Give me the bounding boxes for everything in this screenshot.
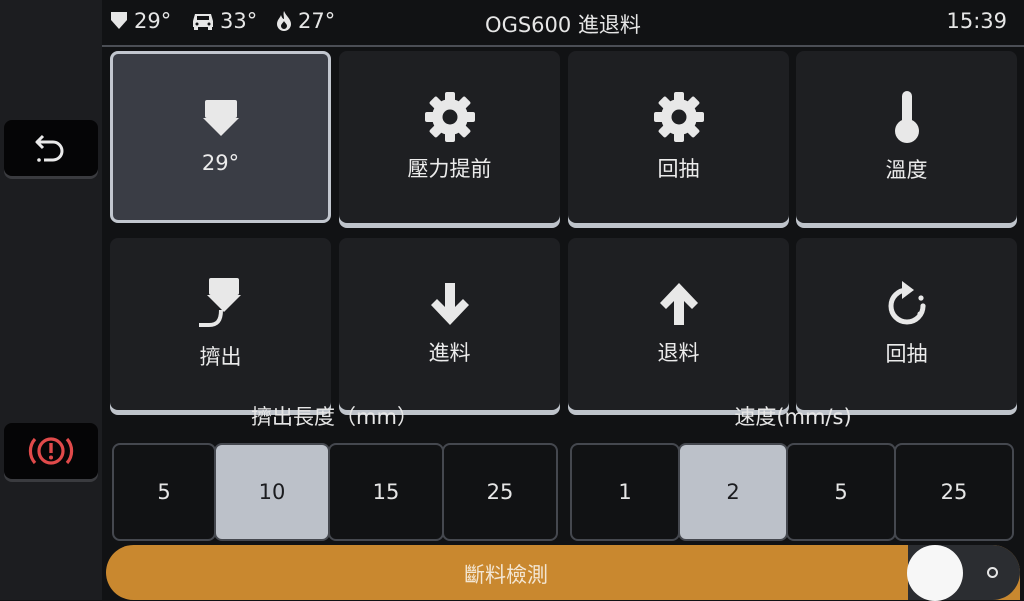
extrude-length-label: 擠出長度（mm） xyxy=(251,405,418,429)
length-option-15[interactable]: 15 xyxy=(328,443,444,541)
toggle-off-indicator xyxy=(987,567,998,578)
extruder-icon xyxy=(202,100,239,136)
back-button[interactable] xyxy=(4,120,98,176)
temperature-label: 溫度 xyxy=(885,158,928,182)
emergency-stop-button[interactable] xyxy=(4,423,98,479)
load-filament-label: 進料 xyxy=(428,341,471,365)
speed-label: 速度(mm/s) xyxy=(734,405,852,429)
temperature-tile[interactable]: 溫度 xyxy=(796,51,1017,223)
toggle-knob[interactable] xyxy=(907,545,963,601)
arrow-down-icon xyxy=(430,283,469,325)
length-option-25[interactable]: 25 xyxy=(442,443,558,541)
extruder-select-tile[interactable]: 29° xyxy=(110,51,331,223)
retract-icon xyxy=(888,281,926,325)
arrow-up-icon xyxy=(659,283,698,325)
sidebar xyxy=(0,0,102,600)
speed-option-2[interactable]: 2 xyxy=(678,443,788,541)
extrude-label: 擠出 xyxy=(199,345,242,369)
pressure-advance-tile[interactable]: 壓力提前 xyxy=(339,51,560,223)
unload-filament-label: 退料 xyxy=(657,341,700,365)
thermometer-icon xyxy=(894,91,919,143)
unload-filament-tile[interactable]: 退料 xyxy=(568,238,789,410)
pressure-advance-label: 壓力提前 xyxy=(407,157,492,181)
speed-option-25[interactable]: 25 xyxy=(894,443,1014,541)
load-filament-tile[interactable]: 進料 xyxy=(339,238,560,410)
page-title: OGS600 進退料 xyxy=(485,13,641,37)
length-option-5[interactable]: 5 xyxy=(112,443,216,541)
extrude-tile[interactable]: 擠出 xyxy=(110,238,331,410)
back-arrow-icon xyxy=(35,134,64,162)
gear-icon xyxy=(653,92,704,142)
retract-label: 回抽 xyxy=(885,342,928,366)
speed-option-1[interactable]: 1 xyxy=(570,443,680,541)
retraction-settings-label: 回抽 xyxy=(657,157,700,181)
speed-option-5[interactable]: 5 xyxy=(786,443,896,541)
extrude-icon xyxy=(198,278,241,327)
top-bar: 29° 33° 27° OGS600 進退料 15:39 xyxy=(102,0,1024,47)
emergency-stop-icon xyxy=(28,437,74,465)
gear-icon xyxy=(424,92,475,142)
filament-sensor-label: 斷料檢測 xyxy=(464,563,548,587)
retract-tile[interactable]: 回抽 xyxy=(796,238,1017,410)
retraction-settings-tile[interactable]: 回抽 xyxy=(568,51,789,223)
filament-sensor-toggle[interactable]: 斷料檢測 xyxy=(106,545,1020,601)
length-option-10[interactable]: 10 xyxy=(214,443,330,541)
clock: 15:39 xyxy=(946,9,1007,33)
extruder-temp-label: 29° xyxy=(201,151,240,175)
